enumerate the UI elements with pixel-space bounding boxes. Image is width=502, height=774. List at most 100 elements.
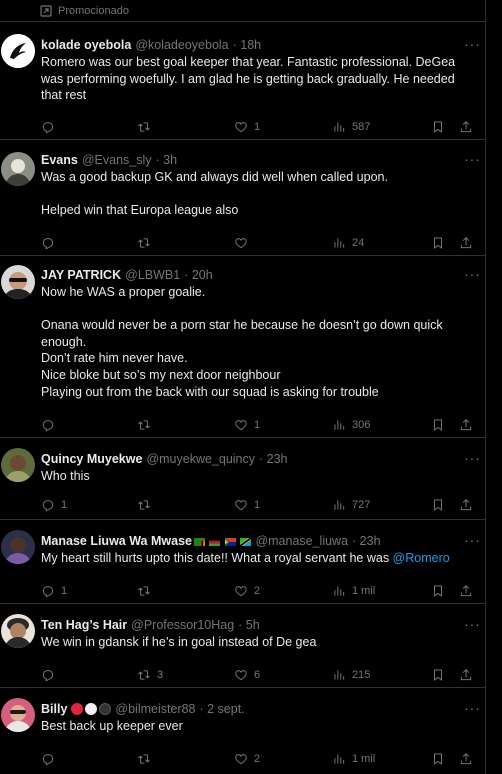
tweet-text: Now he WAS a proper goalie. Onana would … [41,285,443,399]
bookmark-button[interactable] [431,752,445,766]
bookmark-button[interactable] [431,120,445,134]
promoted-icon [40,4,52,17]
scrollbar[interactable] [488,0,502,774]
retweet-button[interactable] [137,120,157,134]
like-button[interactable] [234,236,254,250]
promoted-label-row: Promocionado [0,0,485,22]
share-button[interactable] [459,584,473,598]
reply-button[interactable] [41,418,61,432]
views-button[interactable]: 1 mil [332,752,375,766]
avatar[interactable] [1,530,35,564]
bookmark-button[interactable] [431,498,445,512]
reply-button[interactable]: 1 [41,498,67,512]
retweet-button[interactable] [137,236,157,250]
views-button[interactable]: 306 [332,418,370,432]
bookmark-button[interactable] [431,668,445,682]
reply-button[interactable] [41,668,61,682]
views-button[interactable]: 215 [332,668,370,682]
more-dots-icon[interactable]: ··· [464,532,481,548]
avatar[interactable] [1,265,35,299]
bookmark-icon [431,752,445,766]
like-button[interactable]: 2 [234,584,260,598]
share-button[interactable] [459,752,473,766]
share-button[interactable] [459,418,473,432]
avatar[interactable] [1,152,35,186]
author-name[interactable]: JAY PATRICK [41,268,121,282]
tweet-quincy[interactable]: Quincy Muyekwe @muyekwe_quincy · 23h Who t… [0,438,485,520]
author-name[interactable]: Quincy Muyekwe [41,452,142,466]
retweet-button[interactable] [137,584,157,598]
views-button[interactable]: 1 mil [332,584,375,598]
more-dots-icon[interactable]: ··· [464,700,481,716]
author-name[interactable]: kolade oyebola [41,38,131,52]
author-handle[interactable]: @LBWB1 [125,268,180,282]
author-handle[interactable]: @Professor10Hag [131,618,234,632]
avatar[interactable] [1,698,35,732]
view-count: 215 [352,669,371,681]
author-handle[interactable]: @koladeoyebola [135,38,228,52]
tweet-time[interactable]: · 3h [156,153,178,167]
more-dots-icon[interactable]: ··· [464,36,481,52]
tweet-time[interactable]: · 20h [184,268,213,282]
views-button[interactable]: 587 [332,120,370,134]
share-button[interactable] [459,236,473,250]
author-handle[interactable]: @Evans_sly [82,153,152,167]
more-dots-icon[interactable]: ··· [464,266,481,282]
tweet-kolade[interactable]: kolade oyebola @koladeoyebola · 18h Romero… [0,22,485,140]
reply-button[interactable]: 1 [41,584,67,598]
more-dots-icon[interactable]: ··· [464,450,481,466]
like-button[interactable]: 2 [234,752,260,766]
author-handle[interactable]: @muyekwe_quincy [146,452,255,466]
tweet-manase[interactable]: Manase Liuwa Wa Mwase @manase_liuwa · 23h… [0,520,485,604]
author-name[interactable]: Ten Hag’s Hair [41,618,127,632]
tweet-evans[interactable]: Evans @Evans_sly · 3h Was a good backup GK… [0,140,485,256]
share-button[interactable] [459,120,473,134]
retweet-button[interactable] [137,752,157,766]
reply-button[interactable] [41,752,61,766]
share-icon [459,752,473,766]
mention-link[interactable]: @Romero [393,551,450,565]
like-button[interactable]: 6 [234,668,260,682]
retweet-button[interactable] [137,418,157,432]
like-button[interactable]: 1 [234,120,260,134]
bookmark-button[interactable] [431,418,445,432]
author-handle[interactable]: @bilmeister88 [115,702,195,716]
share-button[interactable] [459,668,473,682]
more-dots-icon[interactable]: ··· [464,151,481,167]
avatar[interactable] [1,448,35,482]
tweet-time[interactable]: · 23h [352,534,381,548]
author-handle[interactable]: @manase_liuwa [255,534,348,548]
reply-button[interactable] [41,236,61,250]
tweet-time[interactable]: · 18h [233,38,262,52]
speech-bubble-icon [41,668,55,682]
avatar[interactable] [1,614,35,648]
bookmark-icon [431,418,445,432]
avatar[interactable] [1,34,35,68]
tweet-time[interactable]: · 23h [259,452,288,466]
share-icon [459,584,473,598]
tweet-time[interactable]: · 5h [238,618,260,632]
like-button[interactable]: 1 [234,498,260,512]
views-button[interactable]: 727 [332,498,370,512]
tweet-time[interactable]: · 2 sept. [199,702,244,716]
bookmark-icon [431,668,445,682]
heart-icon [234,236,248,250]
bookmark-button[interactable] [431,236,445,250]
retweet-icon [137,120,151,134]
retweet-button[interactable]: 3 [137,668,163,682]
author-name[interactable]: Billy [41,702,67,716]
view-count: 1 mil [352,585,376,597]
tweet-jay-patrick[interactable]: JAY PATRICK @LBWB1 · 20h Now he WAS a prop… [0,256,485,438]
reply-button[interactable] [41,120,61,134]
more-dots-icon[interactable]: ··· [464,616,481,632]
views-button[interactable]: 24 [332,236,364,250]
like-button[interactable]: 1 [234,418,260,432]
heart-icon [234,498,248,512]
tweet-billy[interactable]: Billy @bilmeister88 · 2 sept. Best back u… [0,688,485,774]
retweet-button[interactable] [137,498,157,512]
bookmark-button[interactable] [431,584,445,598]
share-button[interactable] [459,498,473,512]
tweet-ten-hags-hair[interactable]: Ten Hag’s Hair @Professor10Hag · 5h We win… [0,604,485,688]
author-name[interactable]: Evans [41,153,78,167]
author-name[interactable]: Manase Liuwa Wa Mwase [41,534,192,548]
